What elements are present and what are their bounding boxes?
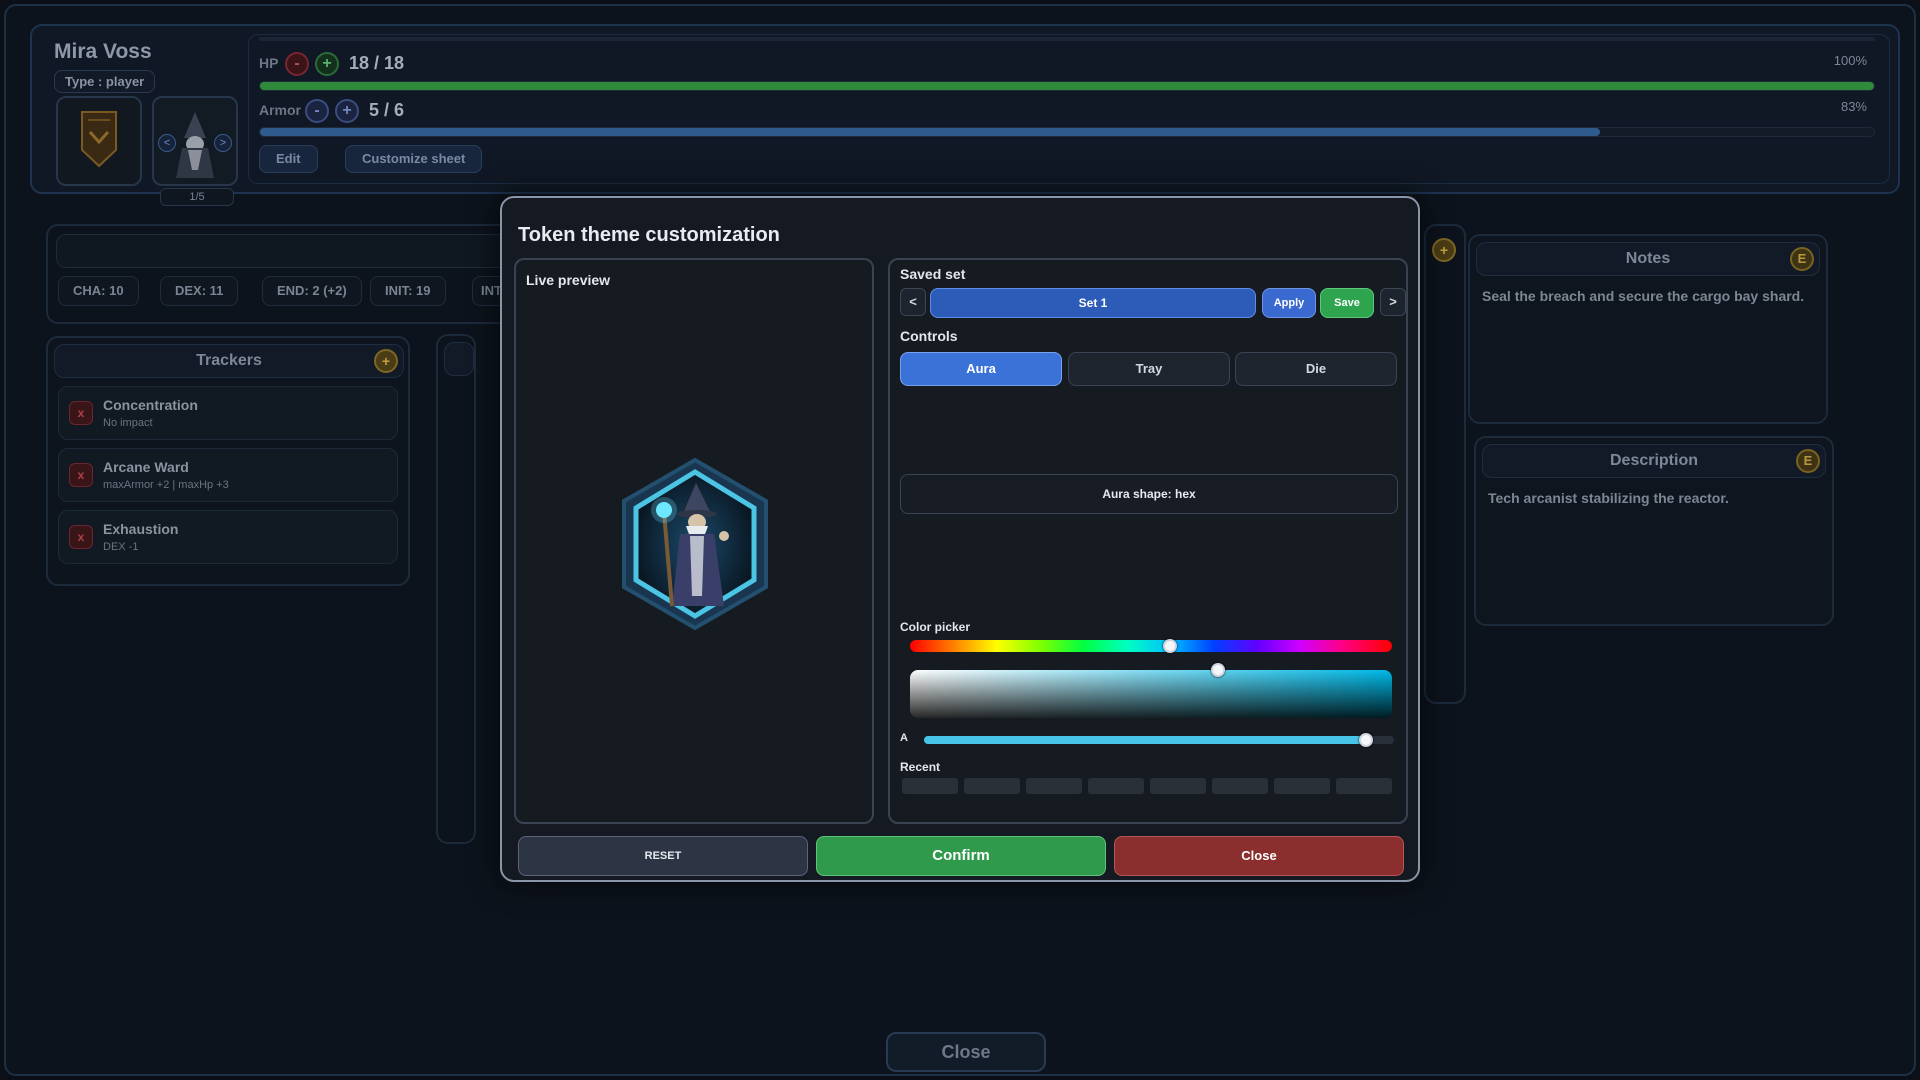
controls-panel: Saved set < Set 1 Apply Save > Controls … <box>888 258 1408 824</box>
alpha-slider-fill <box>924 736 1366 744</box>
tab-die[interactable]: Die <box>1235 352 1397 386</box>
recent-color-swatch[interactable] <box>1212 778 1268 794</box>
color-picker-label: Color picker <box>900 620 971 634</box>
tab-aura[interactable]: Aura <box>900 352 1062 386</box>
apply-set-button[interactable]: Apply <box>1262 288 1316 318</box>
recent-color-swatch[interactable] <box>1274 778 1330 794</box>
recent-colors-label: Recent <box>900 760 941 774</box>
controls-label: Controls <box>900 328 958 344</box>
alpha-slider[interactable] <box>924 736 1394 744</box>
tab-tray[interactable]: Tray <box>1068 352 1230 386</box>
alpha-label: A <box>900 732 908 744</box>
token-theme-modal: Token theme customization Live preview S… <box>500 196 1420 882</box>
recent-color-swatch[interactable] <box>902 778 958 794</box>
close-button[interactable]: Close <box>1114 836 1404 876</box>
saved-set-label: Saved set <box>900 266 966 282</box>
recent-color-swatch[interactable] <box>1150 778 1206 794</box>
recent-color-swatch[interactable] <box>1026 778 1082 794</box>
modal-title: Token theme customization <box>518 224 780 246</box>
next-set-button[interactable]: > <box>1380 288 1406 316</box>
aura-shape-selector[interactable]: Aura shape: hex <box>900 474 1398 514</box>
confirm-button[interactable]: Confirm <box>816 836 1106 876</box>
prev-set-button[interactable]: < <box>900 288 926 316</box>
reset-button[interactable]: RESET <box>518 836 808 876</box>
recent-color-swatch[interactable] <box>1088 778 1144 794</box>
saturation-value-picker[interactable] <box>910 670 1392 718</box>
live-preview-label: Live preview <box>526 272 611 288</box>
save-set-button[interactable]: Save <box>1320 288 1374 318</box>
alpha-slider-handle[interactable] <box>1358 733 1373 747</box>
recent-color-swatch[interactable] <box>964 778 1020 794</box>
token-preview <box>622 457 768 631</box>
recent-color-swatch[interactable] <box>1336 778 1392 794</box>
live-preview-panel: Live preview <box>514 258 874 824</box>
saved-set-name[interactable]: Set 1 <box>930 288 1256 318</box>
hue-slider[interactable] <box>910 640 1392 652</box>
